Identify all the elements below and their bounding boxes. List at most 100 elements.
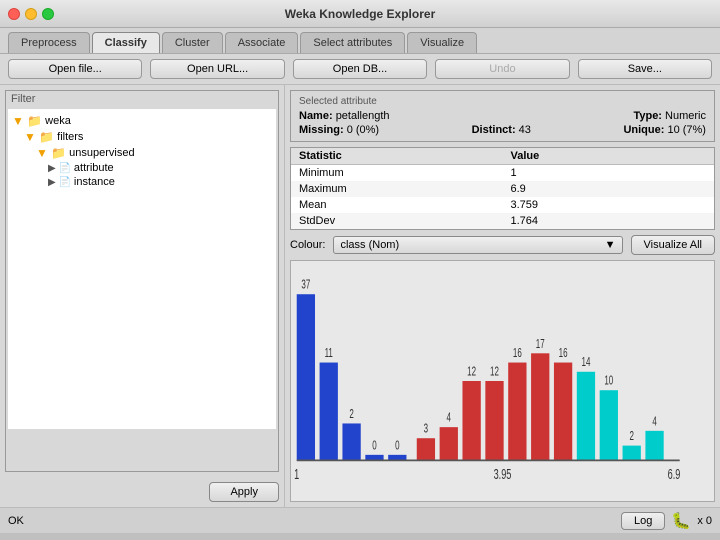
stats-row-stddev: StdDev 1.764 xyxy=(291,213,714,229)
svg-text:4: 4 xyxy=(652,414,656,428)
col-value: Value xyxy=(503,148,715,164)
stats-row-mean: Mean 3.759 xyxy=(291,197,714,213)
toolbar: Open file... Open URL... Open DB... Undo… xyxy=(0,54,720,85)
stat-stddev-label: StdDev xyxy=(291,213,503,229)
colour-label: Colour: xyxy=(290,239,325,251)
open-file-button[interactable]: Open file... xyxy=(8,59,142,79)
svg-text:2: 2 xyxy=(349,407,353,421)
maximize-button[interactable] xyxy=(42,8,54,20)
svg-text:14: 14 xyxy=(582,355,591,369)
svg-text:0: 0 xyxy=(395,438,399,452)
stats-header: Statistic Value xyxy=(291,148,714,165)
distinct-info: Distinct: 43 xyxy=(472,124,531,136)
open-db-button[interactable]: Open DB... xyxy=(293,59,427,79)
window-controls xyxy=(8,8,54,20)
tab-visualize[interactable]: Visualize xyxy=(407,32,477,53)
tab-bar: Preprocess Classify Cluster Associate Se… xyxy=(0,28,720,54)
svg-text:12: 12 xyxy=(490,365,499,379)
svg-text:3: 3 xyxy=(424,422,428,436)
stats-row-min: Minimum 1 xyxy=(291,165,714,181)
arrow-icon-2: ▶ 📄 xyxy=(48,177,71,188)
worm-icon: 🐛 xyxy=(671,511,691,531)
tab-select-attributes[interactable]: Select attributes xyxy=(300,32,405,53)
svg-text:16: 16 xyxy=(559,346,568,360)
stat-mean-value: 3.759 xyxy=(503,197,715,213)
right-panel: Selected attribute Name: petallength Typ… xyxy=(285,85,720,507)
multiplier-label: x 0 xyxy=(697,515,712,527)
minimize-button[interactable] xyxy=(25,8,37,20)
tree-instance-label: instance xyxy=(74,176,115,188)
stat-max-value: 6.9 xyxy=(503,181,715,197)
log-button[interactable]: Log xyxy=(621,512,665,530)
svg-text:2: 2 xyxy=(629,429,633,443)
undo-button[interactable]: Undo xyxy=(435,59,569,79)
colour-select[interactable]: class (Nom) ▼ xyxy=(333,236,622,254)
arrow-icon: ▶ 📄 xyxy=(48,163,71,174)
filter-group: Filter ▼ 📁 weka ▼ 📁 filters ▼ 📁 unsuperv… xyxy=(5,90,279,472)
apply-button[interactable]: Apply xyxy=(209,482,279,502)
histogram-svg: 37 11 2 0 0 3 4 12 12 16 xyxy=(291,261,714,501)
svg-text:1: 1 xyxy=(294,466,299,483)
tree-instance[interactable]: ▶ 📄 instance xyxy=(48,175,272,189)
tab-associate[interactable]: Associate xyxy=(225,32,299,53)
attr-info-row-2: Missing: 0 (0%) Distinct: 43 Unique: 10 … xyxy=(299,124,706,136)
missing-info: Missing: 0 (0%) xyxy=(299,124,379,136)
selected-attribute-title: Selected attribute xyxy=(299,96,706,107)
type-value: Numeric xyxy=(665,110,706,122)
tree-unsupervised-label: unsupervised xyxy=(69,147,134,159)
tab-classify[interactable]: Classify xyxy=(92,32,160,53)
visualize-all-button[interactable]: Visualize All xyxy=(631,235,716,255)
tree-root[interactable]: ▼ 📁 weka xyxy=(12,113,272,129)
apply-row: Apply xyxy=(0,477,284,507)
svg-text:10: 10 xyxy=(604,374,613,388)
left-panel: Filter ▼ 📁 weka ▼ 📁 filters ▼ 📁 unsuperv… xyxy=(0,85,285,507)
status-ok: OK xyxy=(8,515,24,527)
svg-text:3.95: 3.95 xyxy=(494,466,512,483)
histogram-area: 37 11 2 0 0 3 4 12 12 16 xyxy=(290,260,715,502)
tree-filters[interactable]: ▼ 📁 filters xyxy=(24,129,272,145)
expand-icon: ▼ 📁 xyxy=(24,130,54,144)
svg-text:0: 0 xyxy=(372,438,376,452)
stats-table: Statistic Value Minimum 1 Maximum 6.9 Me… xyxy=(290,147,715,230)
svg-text:4: 4 xyxy=(447,411,451,425)
title-bar: Weka Knowledge Explorer xyxy=(0,0,720,28)
folder-icon: ▼ 📁 xyxy=(12,114,42,128)
expand-icon-2: ▼ 📁 xyxy=(36,146,66,160)
attr-info-row-1: Name: petallength Type: Numeric xyxy=(299,110,706,122)
name-label: Name: petallength xyxy=(299,110,390,122)
tree-unsupervised[interactable]: ▼ 📁 unsupervised xyxy=(36,145,272,161)
name-value: petallength xyxy=(336,110,390,122)
svg-text:16: 16 xyxy=(513,346,522,360)
tree-filters-label: filters xyxy=(57,131,83,143)
svg-text:12: 12 xyxy=(467,365,476,379)
unique-info: Unique: 10 (7%) xyxy=(623,124,706,136)
svg-text:11: 11 xyxy=(325,346,333,360)
svg-text:6.9: 6.9 xyxy=(668,466,681,483)
close-button[interactable] xyxy=(8,8,20,20)
stat-min-label: Minimum xyxy=(291,165,503,181)
colour-value: class (Nom) xyxy=(340,239,399,251)
filter-label: Filter xyxy=(6,91,278,107)
status-bar: OK Log 🐛 x 0 xyxy=(0,507,720,533)
status-right: Log 🐛 x 0 xyxy=(621,511,712,531)
tab-preprocess[interactable]: Preprocess xyxy=(8,32,90,53)
open-url-button[interactable]: Open URL... xyxy=(150,59,284,79)
stats-row-max: Maximum 6.9 xyxy=(291,181,714,197)
stat-min-value: 1 xyxy=(503,165,715,181)
stat-stddev-value: 1.764 xyxy=(503,213,715,229)
tree-root-label: weka xyxy=(45,115,71,127)
tree-attribute-label: attribute xyxy=(74,162,114,174)
save-button[interactable]: Save... xyxy=(578,59,712,79)
window-title: Weka Knowledge Explorer xyxy=(285,7,436,21)
selected-attribute-box: Selected attribute Name: petallength Typ… xyxy=(290,90,715,142)
chevron-down-icon: ▼ xyxy=(605,239,616,251)
type-label: Type: Numeric xyxy=(633,110,706,122)
main-area: Filter ▼ 📁 weka ▼ 📁 filters ▼ 📁 unsuperv… xyxy=(0,85,720,507)
svg-text:37: 37 xyxy=(301,278,310,292)
tree-attribute[interactable]: ▶ 📄 attribute xyxy=(48,161,272,175)
tab-cluster[interactable]: Cluster xyxy=(162,32,223,53)
tree-area[interactable]: ▼ 📁 weka ▼ 📁 filters ▼ 📁 unsupervised ▶ … xyxy=(8,109,276,429)
col-statistic: Statistic xyxy=(291,148,503,164)
stat-max-label: Maximum xyxy=(291,181,503,197)
colour-row: Colour: class (Nom) ▼ Visualize All xyxy=(290,235,715,255)
